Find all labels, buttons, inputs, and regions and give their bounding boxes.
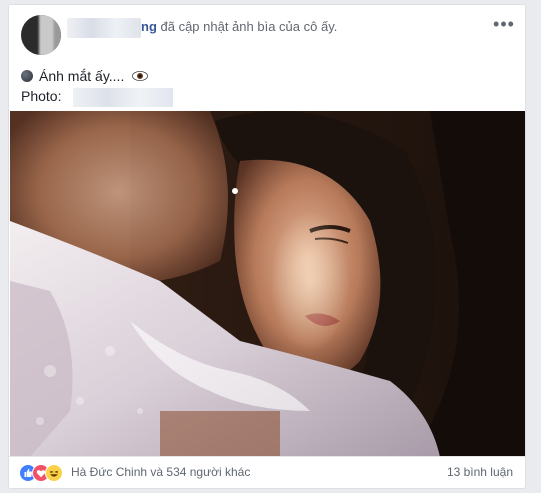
post-footer: Hà Đức Chinh và 534 người khác 13 bình l…	[9, 456, 525, 488]
photo-label: Photo:	[21, 88, 62, 104]
reactions-summary[interactable]: Hà Đức Chinh và 534 người khác	[71, 465, 250, 479]
photo-credit-blurred[interactable]	[73, 88, 173, 107]
cover-photo-image	[10, 111, 525, 457]
eye-icon	[132, 71, 149, 81]
photo-credit: Photo:	[21, 88, 173, 107]
post-header-text: ng đã cập nhật ảnh bìa của cô ấy.	[141, 19, 337, 34]
post-card: ng đã cập nhật ảnh bìa của cô ấy. ••• Án…	[8, 4, 526, 489]
avatar-pixelated	[39, 15, 61, 55]
author-name-blurred[interactable]	[67, 18, 141, 38]
post-header: ng đã cập nhật ảnh bìa của cô ấy. •••	[9, 5, 525, 61]
haha-reaction-icon	[45, 464, 63, 482]
post-caption: Ánh mắt ấy....	[21, 67, 149, 86]
post-action-text: đã cập nhật ảnh bìa của cô ấy.	[156, 19, 338, 34]
comment-count[interactable]: 13 bình luận	[447, 465, 513, 479]
dark-circle-icon	[21, 70, 33, 82]
author-name-visible[interactable]: ng	[141, 19, 157, 34]
cover-photo[interactable]	[10, 111, 525, 457]
avatar[interactable]	[21, 15, 61, 55]
caption-text: Ánh mắt ấy....	[39, 68, 125, 84]
more-options-icon[interactable]: •••	[493, 15, 515, 35]
